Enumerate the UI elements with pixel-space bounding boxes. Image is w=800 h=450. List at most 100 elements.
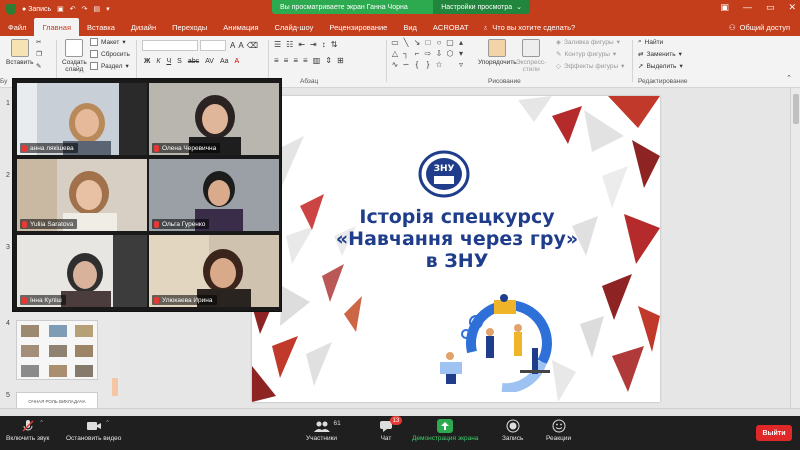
- quick-styles-button[interactable]: Экспресс- стили: [516, 39, 546, 73]
- tell-me-search[interactable]: ♁ Что вы хотите сделать?: [483, 23, 576, 32]
- maximize-button[interactable]: ▭: [766, 2, 775, 13]
- section-button[interactable]: Раздел ▾: [90, 62, 129, 70]
- vertical-scrollbar[interactable]: [790, 88, 800, 408]
- video-tile[interactable]: Ольга Гуренко: [149, 159, 279, 231]
- char-spacing-button[interactable]: AV: [205, 58, 214, 65]
- arrow-shape-icon[interactable]: ↘: [412, 38, 422, 48]
- tab-home[interactable]: Главная: [34, 18, 79, 36]
- bullets-icon[interactable]: ☰: [274, 40, 281, 49]
- unmute-button[interactable]: ^ Включить звук: [6, 419, 49, 442]
- tab-file[interactable]: Файл: [0, 18, 34, 36]
- save-icon[interactable]: ▣: [57, 5, 64, 13]
- share-screen-button[interactable]: Демонстрация экрана: [412, 419, 478, 442]
- video-tile[interactable]: Олена Черевична: [149, 83, 279, 155]
- layout-button[interactable]: Макет ▾: [90, 38, 126, 46]
- find-button[interactable]: ⌕ Найти: [638, 38, 663, 46]
- italic-button[interactable]: К: [156, 58, 160, 65]
- brace-right-shape-icon[interactable]: }: [423, 60, 433, 70]
- close-button[interactable]: ✕: [788, 2, 796, 13]
- tab-slideshow[interactable]: Слайд-шоу: [267, 18, 322, 36]
- connector-shape-icon[interactable]: ⌐: [412, 49, 422, 59]
- decrease-indent-icon[interactable]: ⇤: [298, 40, 305, 49]
- strikethrough-button[interactable]: abc: [188, 58, 199, 65]
- font-grow-buttons[interactable]: A A ⌫: [230, 41, 258, 50]
- redo-icon[interactable]: ↷: [82, 5, 88, 13]
- security-shield-icon[interactable]: [6, 3, 16, 15]
- undo-icon[interactable]: ↶: [70, 5, 76, 13]
- smartart-icon[interactable]: ⊞: [337, 56, 344, 65]
- tab-review[interactable]: Рецензирование: [321, 18, 395, 36]
- font-name-input[interactable]: [142, 40, 198, 51]
- tab-design[interactable]: Дизайн: [123, 18, 164, 36]
- scrollbar-thumb[interactable]: [793, 94, 799, 124]
- shape-outline-button[interactable]: ✎ Контур фигуры ▾: [556, 50, 616, 59]
- video-tile[interactable]: Yuliia Saratova: [17, 159, 147, 231]
- change-case-button[interactable]: Aa: [220, 58, 229, 65]
- oval-shape-icon[interactable]: ○: [434, 38, 444, 48]
- leave-meeting-button[interactable]: Выйти: [756, 425, 792, 441]
- increase-indent-icon[interactable]: ⇥: [310, 40, 317, 49]
- tab-acrobat[interactable]: ACROBAT: [425, 18, 477, 36]
- tab-animations[interactable]: Анимация: [215, 18, 266, 36]
- reset-button[interactable]: Сбросить: [90, 50, 130, 58]
- format-painter-button[interactable]: ✎: [36, 62, 41, 70]
- cut-button[interactable]: ✂: [36, 38, 41, 46]
- columns-icon[interactable]: ▥: [313, 56, 321, 65]
- shapes-gallery[interactable]: ▭ ╲ ↘ □ ○ ▢ ▴ △ ┐ ⌐ ⇨ ⇩ ⬡ ▾ ∿ ∽{} ☆ ▿: [390, 38, 470, 70]
- numbering-icon[interactable]: ☷: [286, 40, 293, 49]
- video-gallery[interactable]: анна лякішева Олена Черевична Yuliia Sar…: [12, 78, 282, 312]
- font-size-input[interactable]: [200, 40, 226, 51]
- hexagon-shape-icon[interactable]: ⬡: [445, 49, 455, 59]
- collapse-ribbon-icon[interactable]: ⌃: [786, 74, 792, 82]
- rounded-rect-shape-icon[interactable]: ▢: [445, 38, 455, 48]
- line2-shape-icon[interactable]: ┐: [401, 49, 411, 59]
- align-left-icon[interactable]: ≡: [274, 56, 279, 65]
- chevron-up-icon[interactable]: ^: [40, 420, 42, 426]
- star-shape-icon[interactable]: ☆: [434, 60, 444, 70]
- participants-button[interactable]: 61 Участники: [306, 419, 341, 442]
- curve-shape-icon[interactable]: ∽: [401, 60, 411, 70]
- bold-button[interactable]: Ж: [144, 58, 150, 65]
- paste-button[interactable]: Вставить: [6, 39, 34, 66]
- new-slide-button[interactable]: Создать слайд: [62, 39, 87, 73]
- record-indicator[interactable]: ● Запись: [22, 6, 51, 13]
- slideshow-icon[interactable]: ▤: [94, 5, 101, 13]
- align-right-icon[interactable]: ≡: [293, 56, 298, 65]
- record-button[interactable]: Запись: [502, 419, 523, 442]
- shape-fill-button[interactable]: ◈ Заливка фигуры ▾: [556, 38, 620, 47]
- stop-video-button[interactable]: ^ Остановить видео: [66, 419, 121, 442]
- replace-button[interactable]: ⇄ Заменить ▾: [638, 50, 682, 59]
- shadow-button[interactable]: S: [177, 58, 182, 65]
- reactions-button[interactable]: Реакции: [546, 419, 571, 442]
- text-direction-icon[interactable]: ⇅: [331, 40, 338, 49]
- chevron-up-icon[interactable]: ^: [106, 420, 108, 426]
- arrange-button[interactable]: Упорядочить: [478, 39, 517, 66]
- rect-shape-icon[interactable]: □: [423, 38, 433, 48]
- brace-left-shape-icon[interactable]: {: [412, 60, 422, 70]
- minimize-button[interactable]: —: [743, 2, 752, 13]
- font-color-button[interactable]: A: [235, 58, 240, 65]
- video-tile[interactable]: Інна Куліш: [17, 235, 147, 307]
- current-slide[interactable]: ЗНУ Історія спецкурсу «Навчання через гр…: [252, 96, 660, 402]
- tab-view[interactable]: Вид: [395, 18, 425, 36]
- tab-transitions[interactable]: Переходы: [164, 18, 215, 36]
- align-center-icon[interactable]: ≡: [284, 56, 289, 65]
- customize-qa-icon[interactable]: ▾: [106, 5, 110, 13]
- video-tile[interactable]: Улюкаева Ирина: [149, 235, 279, 307]
- line-shape-icon[interactable]: ╲: [401, 38, 411, 48]
- tab-insert[interactable]: Вставка: [79, 18, 123, 36]
- view-options-button[interactable]: Настройки просмотра ⌄: [433, 0, 530, 14]
- shape-effects-button[interactable]: ◇ Эффекты фигуры ▾: [556, 62, 624, 71]
- expand-shapes-icon[interactable]: ▿: [456, 60, 466, 70]
- share-access-button[interactable]: ⚇ Общий доступ: [729, 23, 800, 32]
- ribbon-options-icon[interactable]: ▣: [720, 2, 729, 13]
- slide-thumbnail-4[interactable]: [16, 320, 98, 380]
- arrow-down-shape-icon[interactable]: ⇩: [434, 49, 444, 59]
- textbox-shape-icon[interactable]: ▭: [390, 38, 400, 48]
- video-tile[interactable]: анна лякішева: [17, 83, 147, 155]
- line-spacing-icon[interactable]: ↕: [322, 40, 326, 49]
- underline-button[interactable]: Ч: [166, 58, 171, 65]
- chat-button[interactable]: 13 Чат: [378, 416, 402, 442]
- triangle-shape-icon[interactable]: △: [390, 49, 400, 59]
- scroll-shapes-icon[interactable]: ▾: [456, 49, 466, 59]
